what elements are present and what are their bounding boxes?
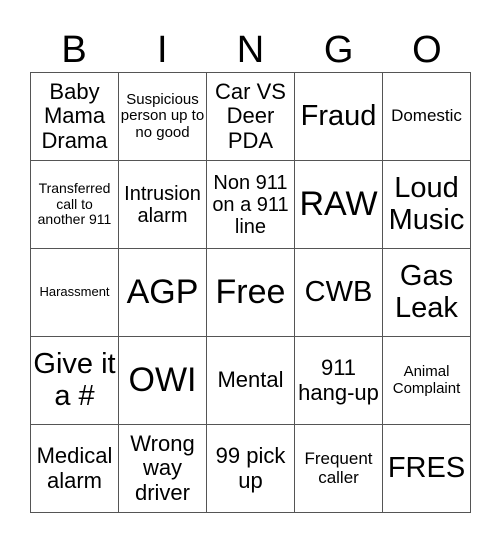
bingo-cell: Transferred call to another 911 [31, 161, 119, 249]
bingo-cell: Baby Mama Drama [31, 73, 119, 161]
bingo-cell: Suspicious person up to no good [119, 73, 207, 161]
bingo-cell: Non 911 on a 911 line [207, 161, 295, 249]
bingo-cell: Car VS Deer PDA [207, 73, 295, 161]
bingo-cell: FRES [383, 425, 471, 513]
bingo-cell: Fraud [295, 73, 383, 161]
bingo-cell: Domestic [383, 73, 471, 161]
bingo-cell: Loud Music [383, 161, 471, 249]
bingo-header: B I N G O [30, 28, 471, 72]
bingo-cell: 99 pick up [207, 425, 295, 513]
bingo-cell: Gas Leak [383, 249, 471, 337]
header-letter-i: I [157, 29, 168, 71]
bingo-cell: Medical alarm [31, 425, 119, 513]
bingo-cell: Give it a # [31, 337, 119, 425]
free-space: Free [207, 249, 295, 337]
bingo-cell: Mental [207, 337, 295, 425]
bingo-cell: Animal Complaint [383, 337, 471, 425]
bingo-cell: 911 hang-up [295, 337, 383, 425]
header-letter-g: G [323, 29, 354, 71]
bingo-cell: RAW [295, 161, 383, 249]
header-letter-n: N [236, 29, 265, 71]
bingo-cell: AGP [119, 249, 207, 337]
bingo-cell: Wrong way driver [119, 425, 207, 513]
header-letter-b: B [61, 29, 87, 71]
bingo-cell: OWI [119, 337, 207, 425]
bingo-cell: Harassment [31, 249, 119, 337]
bingo-cell: Intrusion alarm [119, 161, 207, 249]
bingo-cell: CWB [295, 249, 383, 337]
header-letter-o: O [412, 29, 442, 71]
bingo-grid: Baby Mama Drama Suspicious person up to … [30, 72, 471, 513]
bingo-cell: Frequent caller [295, 425, 383, 513]
